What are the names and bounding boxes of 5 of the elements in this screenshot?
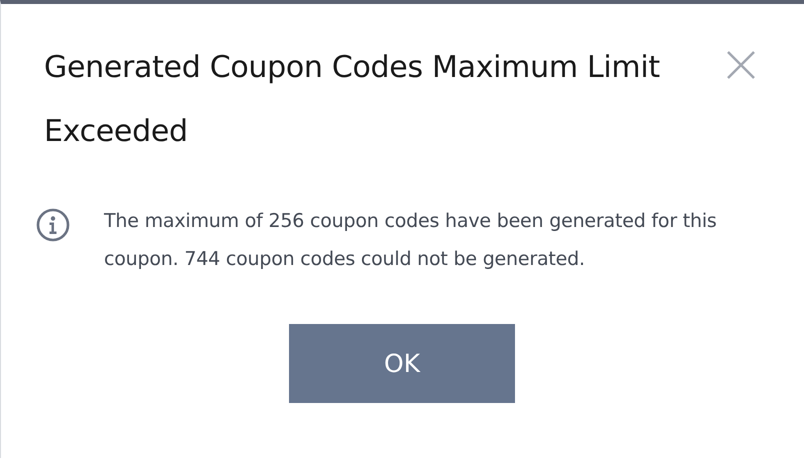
message-text: The maximum of 256 coupon codes have been generated for this coupon. 744 coupon codes could not be generated.: [104, 209, 718, 272]
close-icon[interactable]: [726, 50, 756, 80]
ok-button[interactable]: OK: [289, 324, 515, 403]
dialog-title: Generated Coupon Codes Maximum Limit Exceeded: [44, 49, 661, 151]
info-icon: [36, 208, 70, 242]
